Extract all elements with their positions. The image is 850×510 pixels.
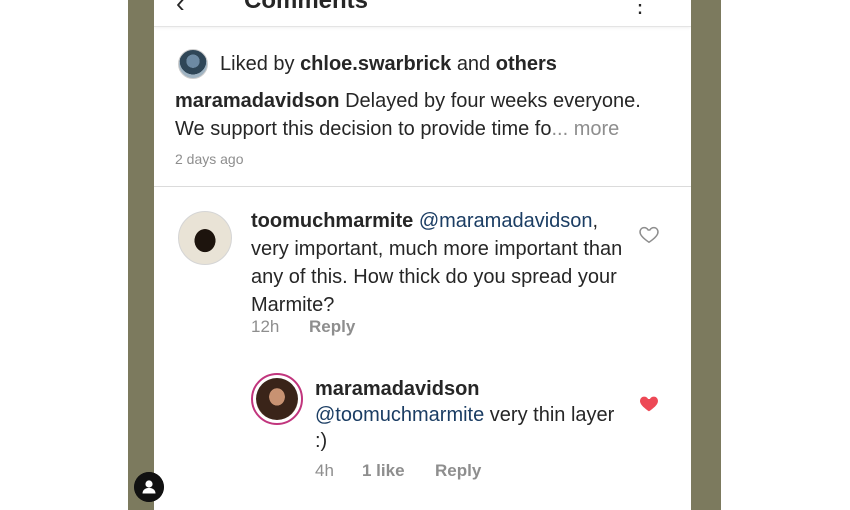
reply-meta: 4h 1 like Reply [315, 461, 481, 481]
post-caption: maramadavidson Delayed by four weeks eve… [175, 87, 665, 143]
comments-screen: ‹ Comments ⋮ Liked by chloe.swarbrick an… [154, 0, 691, 510]
header: ‹ Comments ⋮ [154, 0, 691, 27]
divider [154, 186, 691, 187]
comment-text: toomuchmarmite @maramadavidson, very imp… [251, 207, 631, 319]
user-icon[interactable] [134, 472, 164, 502]
page-title: Comments [244, 0, 369, 14]
caption-more-link[interactable]: ... more [551, 118, 619, 140]
back-arrow-icon[interactable]: ‹ [176, 0, 185, 19]
liker-username[interactable]: chloe.swarbrick [300, 53, 451, 75]
reply-avatar[interactable] [251, 373, 303, 425]
post-timestamp: 2 days ago [175, 151, 244, 167]
comment-meta: 12h Reply [251, 317, 355, 337]
comment-mention[interactable]: @maramadavidson [419, 210, 593, 232]
caption-username[interactable]: maramadavidson [175, 90, 340, 112]
likes-others-link[interactable]: others [496, 53, 557, 75]
frame-left [128, 0, 154, 510]
heart-outline-icon[interactable] [638, 223, 660, 245]
reply-button[interactable]: Reply [435, 461, 481, 481]
reply-like-count[interactable]: 1 like [362, 461, 435, 481]
comment-username[interactable]: toomuchmarmite [251, 210, 413, 232]
heart-filled-icon[interactable] [638, 392, 660, 414]
reply-text: maramadavidson @toomuchmarmite very thin… [315, 376, 615, 454]
reply-button[interactable]: Reply [309, 317, 355, 337]
reply-mention[interactable]: @toomuchmarmite [315, 404, 484, 426]
reply-timestamp: 4h [315, 461, 334, 480]
comment-avatar[interactable] [178, 211, 232, 265]
likes-text: Liked by chloe.swarbrick and others [220, 52, 557, 75]
comment-timestamp: 12h [251, 317, 280, 336]
likes-summary[interactable]: Liked by chloe.swarbrick and others [178, 48, 557, 80]
liker-avatar[interactable] [178, 49, 208, 79]
more-options-icon[interactable]: ⋮ [629, 0, 651, 18]
frame-right [691, 0, 721, 510]
reply-username[interactable]: maramadavidson [315, 378, 480, 400]
